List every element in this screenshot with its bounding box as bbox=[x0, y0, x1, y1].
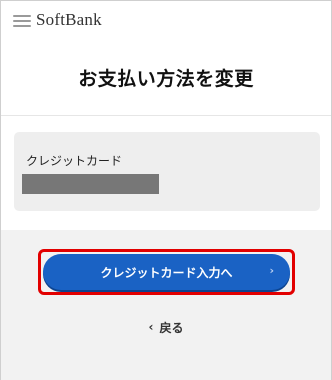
payment-method-card: クレジットカード bbox=[14, 132, 320, 211]
page-title: お支払い方法を変更 bbox=[78, 67, 254, 90]
back-link[interactable]: ‹ 戻る bbox=[1, 319, 331, 335]
chevron-left-icon: ‹ bbox=[148, 320, 154, 334]
masked-card-number bbox=[22, 174, 159, 194]
chevron-right-icon: › bbox=[269, 264, 274, 277]
card-type-label: クレジットカード bbox=[26, 154, 123, 168]
header: SoftBank bbox=[1, 1, 331, 39]
enter-credit-card-button-label: クレジットカード入力へ bbox=[100, 265, 233, 280]
divider bbox=[1, 115, 331, 116]
enter-credit-card-button[interactable]: クレジットカード入力へ › bbox=[43, 254, 290, 290]
action-area: クレジットカード入力へ › ‹ 戻る bbox=[1, 230, 331, 380]
hamburger-menu-icon[interactable] bbox=[13, 14, 31, 27]
page-frame: SoftBank お支払い方法を変更 クレジットカード クレジットカード入力へ … bbox=[0, 0, 332, 380]
title-area: お支払い方法を変更 bbox=[1, 39, 331, 115]
back-link-label: 戻る bbox=[159, 320, 184, 335]
softbank-logo[interactable]: SoftBank bbox=[36, 10, 102, 30]
